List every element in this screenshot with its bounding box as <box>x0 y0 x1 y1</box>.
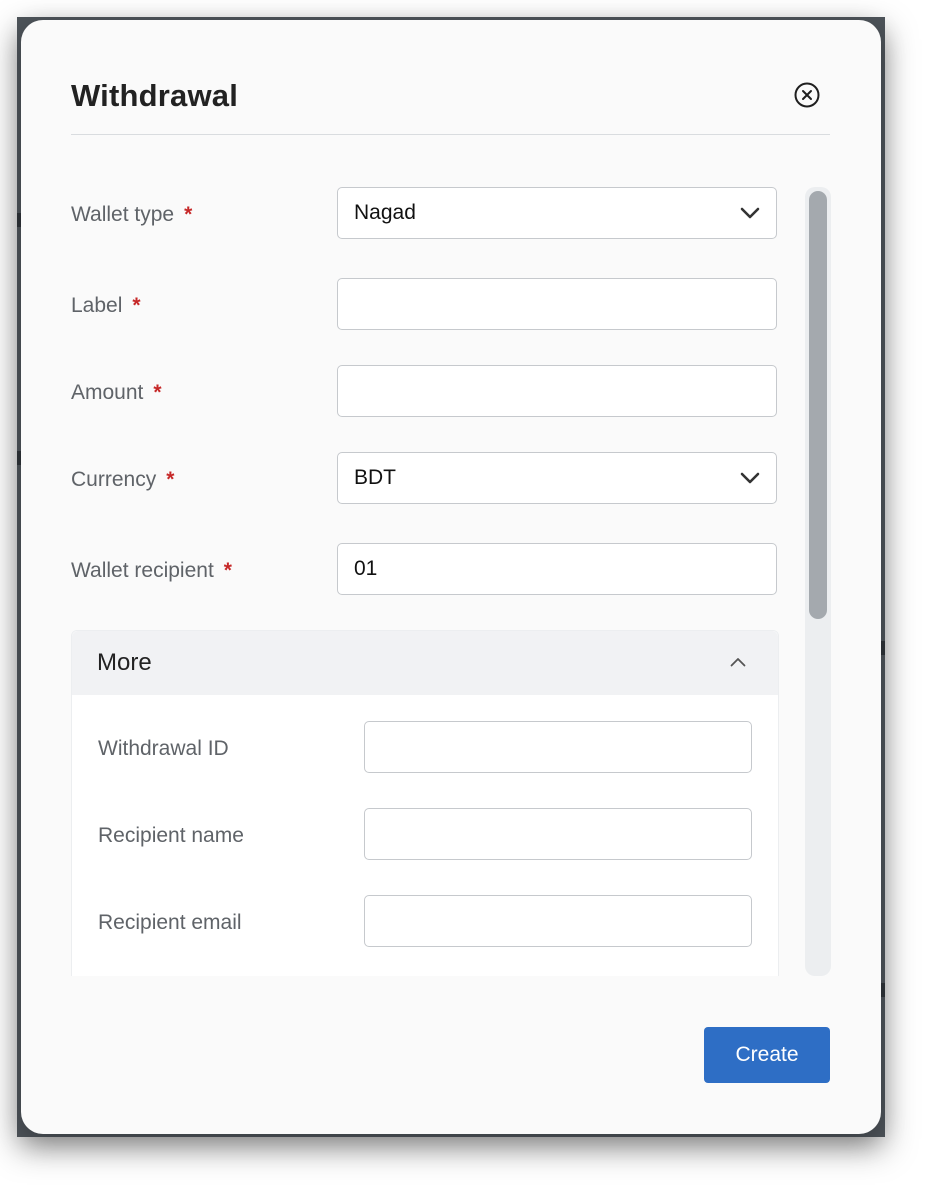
label-field[interactable] <box>337 278 777 330</box>
dialog-header: Withdrawal <box>71 72 830 135</box>
amount-label: Amount * <box>71 381 162 405</box>
currency-label: Currency * <box>71 468 174 492</box>
wallet-type-value: Nagad <box>354 201 416 224</box>
scrollbar[interactable] <box>805 187 831 976</box>
currency-value: BDT <box>354 466 396 489</box>
amount-field[interactable] <box>337 365 777 417</box>
close-circle-icon <box>794 82 820 108</box>
required-asterisk: * <box>166 468 175 491</box>
amount-row: Amount * <box>71 365 781 421</box>
dialog-title: Withdrawal <box>71 78 239 113</box>
chevron-down-icon <box>740 207 760 219</box>
recipient-email-field[interactable] <box>364 895 752 947</box>
currency-select[interactable]: BDT <box>337 452 777 504</box>
currency-label-text: Currency <box>71 468 157 491</box>
close-button[interactable] <box>794 82 820 108</box>
amount-label-text: Amount <box>71 381 144 404</box>
withdrawal-id-label: Withdrawal ID <box>98 737 229 760</box>
wallet-recipient-input[interactable] <box>338 544 776 594</box>
recipient-name-field[interactable] <box>364 808 752 860</box>
currency-row: Currency * BDT <box>71 452 781 508</box>
wallet-recipient-label-text: Wallet recipient <box>71 559 214 582</box>
wallet-type-label-text: Wallet type <box>71 203 175 226</box>
recipient-name-row: Recipient name <box>98 808 754 864</box>
wallet-recipient-row: Wallet recipient * <box>71 543 781 599</box>
scrollbar-thumb[interactable] <box>809 191 827 619</box>
wallet-type-row: Wallet type * Nagad <box>71 187 781 243</box>
label-label-text: Label <box>71 294 123 317</box>
wallet-recipient-field[interactable] <box>337 543 777 595</box>
background-fragment <box>881 641 885 655</box>
recipient-name-input[interactable] <box>365 809 751 859</box>
amount-input[interactable] <box>338 366 776 416</box>
wallet-type-label: Wallet type * <box>71 203 192 227</box>
wallet-type-select[interactable]: Nagad <box>337 187 777 239</box>
required-asterisk: * <box>184 203 193 226</box>
recipient-email-input[interactable] <box>365 896 751 946</box>
label-label: Label * <box>71 294 141 318</box>
withdrawal-id-input[interactable] <box>365 722 751 772</box>
recipient-name-label: Recipient name <box>98 824 244 847</box>
withdrawal-id-field[interactable] <box>364 721 752 773</box>
create-button[interactable]: Create <box>704 1027 830 1083</box>
required-asterisk: * <box>132 294 141 317</box>
label-row: Label * <box>71 278 781 334</box>
more-accordion-header[interactable]: More <box>72 631 778 695</box>
withdrawal-dialog: Withdrawal Wallet type * Nagad Label * A… <box>21 20 881 1134</box>
wallet-recipient-label: Wallet recipient * <box>71 559 232 583</box>
label-input[interactable] <box>338 279 776 329</box>
recipient-email-label: Recipient email <box>98 911 242 934</box>
screen: Withdrawal Wallet type * Nagad Label * A… <box>0 0 933 1185</box>
withdrawal-id-row: Withdrawal ID <box>98 721 754 777</box>
background-fragment <box>881 983 885 997</box>
chevron-down-icon <box>740 472 760 484</box>
required-asterisk: * <box>223 559 232 582</box>
chevron-up-icon <box>730 658 746 667</box>
more-title: More <box>97 649 152 676</box>
required-asterisk: * <box>153 381 162 404</box>
recipient-email-row: Recipient email <box>98 895 754 951</box>
more-accordion: More Withdrawal ID Recipient name Recipi… <box>71 630 779 976</box>
dialog-body[interactable]: Wallet type * Nagad Label * Amount * Cur… <box>71 180 781 976</box>
